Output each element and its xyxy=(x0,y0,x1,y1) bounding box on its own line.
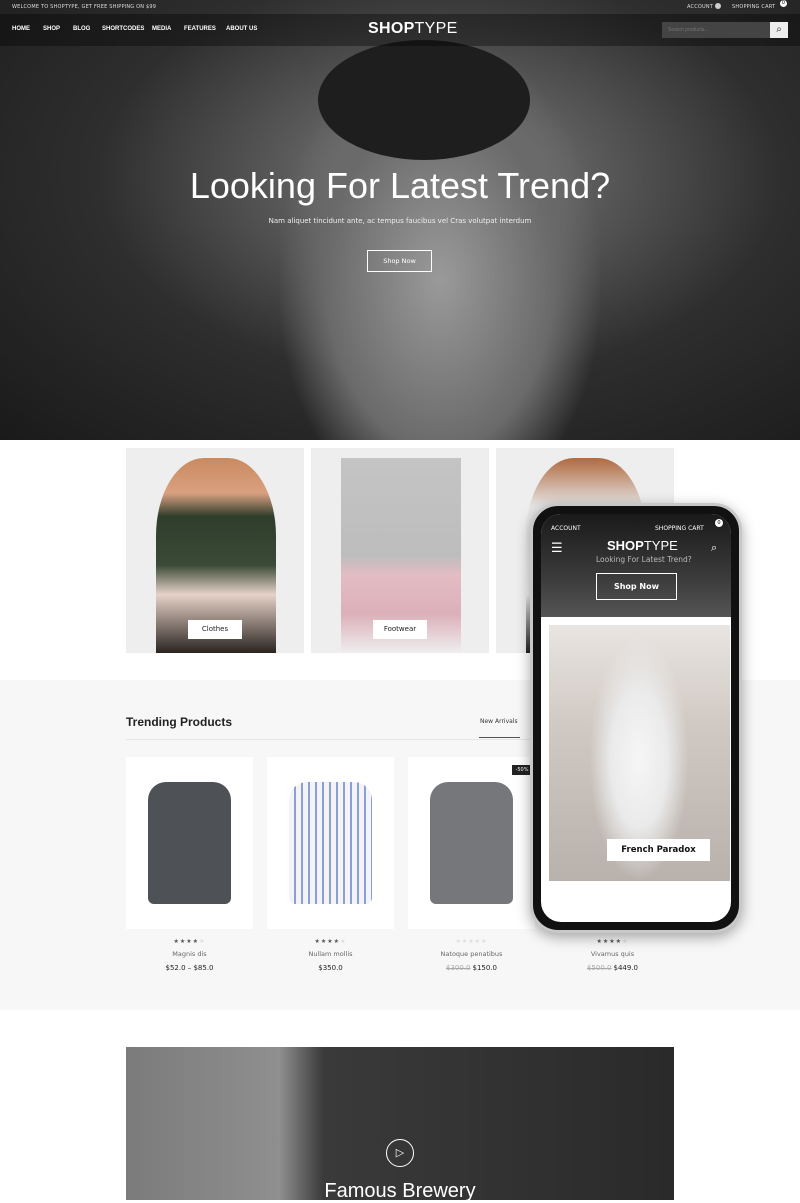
product-name[interactable]: Nullam mollis xyxy=(267,950,394,958)
product-info: ★★★★★ Magnis dis $52.0 – $85.0 xyxy=(126,938,253,972)
category-label: Clothes xyxy=(188,620,242,639)
product-image xyxy=(148,782,231,904)
product-price: $150.0 xyxy=(472,964,498,972)
product-price: $52.0 – $85.0 xyxy=(165,964,214,972)
phone-shop-now-button: Shop Now xyxy=(596,573,677,600)
old-price: $500.0 xyxy=(587,964,612,972)
phone-logo-light: TYPE xyxy=(643,538,678,553)
phone-product-card: French Paradox xyxy=(549,625,730,881)
phone-hero-title: Looking For Latest Trend? xyxy=(596,555,692,564)
product-info: ★★★★★ Nullam mollis $350.0 xyxy=(267,938,394,972)
welcome-text: WELCOME TO SHOPTYPE, GET FREE SHIPPING O… xyxy=(12,4,157,10)
category-label: Footwear xyxy=(373,620,427,639)
product-name[interactable]: Vivamus quis xyxy=(549,950,676,958)
search-bar: ⌕ xyxy=(662,22,788,38)
product-name[interactable]: Natoque penatibus xyxy=(408,950,535,958)
product-price-row: $500.0 $449.0 xyxy=(549,964,676,972)
product-card[interactable] xyxy=(267,757,394,929)
tab-underline xyxy=(479,737,520,738)
star-rating: ★★★★★ xyxy=(455,938,488,945)
nav-shop[interactable]: SHOP xyxy=(43,26,60,32)
product-price-row: $300.0 $150.0 xyxy=(408,964,535,972)
cart-link[interactable]: SHOPPING CART xyxy=(732,4,775,10)
product-price: $449.0 xyxy=(613,964,639,972)
product-name[interactable]: Magnis dis xyxy=(126,950,253,958)
nav-blog[interactable]: BLOG xyxy=(73,26,90,32)
phone-screen: ACCOUNT SHOPPING CART 0 ☰ SHOPTYPE ⌕ Loo… xyxy=(541,514,731,922)
phone-account: ACCOUNT xyxy=(551,525,581,532)
nav-shortcodes[interactable]: SHORTCODES xyxy=(102,26,144,32)
category-tile-clothes[interactable]: Clothes xyxy=(126,448,304,653)
search-icon[interactable]: ⌕ xyxy=(770,22,788,38)
product-info: ★★★★★ Vivamus quis $500.0 $449.0 xyxy=(549,938,676,972)
search-input[interactable] xyxy=(662,22,770,38)
play-icon[interactable]: ▷ xyxy=(386,1139,414,1167)
star-rating: ★★★★★ xyxy=(314,938,347,945)
logo-bold: SHOP xyxy=(368,20,415,37)
chevron-down-icon xyxy=(715,3,721,9)
phone-cart-count: 0 xyxy=(715,519,723,527)
phone-header: ACCOUNT SHOPPING CART 0 ☰ SHOPTYPE ⌕ Loo… xyxy=(541,514,731,617)
top-bar: WELCOME TO SHOPTYPE, GET FREE SHIPPING O… xyxy=(0,0,800,14)
product-card[interactable] xyxy=(408,757,535,929)
phone-card-label: French Paradox xyxy=(607,839,710,861)
nav-media[interactable]: MEDIA xyxy=(152,26,171,32)
account-link[interactable]: ACCOUNT xyxy=(687,4,713,10)
shop-now-button[interactable]: Shop Now xyxy=(367,250,432,272)
hero-image-hat xyxy=(318,40,530,160)
product-card[interactable] xyxy=(126,757,253,929)
hero-title: Looking For Latest Trend? xyxy=(189,165,611,206)
product-image xyxy=(289,782,372,904)
product-info: ★★★★★ Natoque penatibus $300.0 $150.0 xyxy=(408,938,535,972)
star-rating: ★★★★★ xyxy=(173,938,206,945)
nav-features[interactable]: FEATURES xyxy=(184,26,216,32)
star-rating: ★★★★★ xyxy=(596,938,629,945)
phone-logo-bold: SHOP xyxy=(607,538,644,553)
tab-new-arrivals[interactable]: New Arrivals xyxy=(480,718,518,725)
logo-light: TYPE xyxy=(414,20,458,37)
hero-subtitle: Nam aliquet tincidunt ante, ac tempus fa… xyxy=(268,217,532,225)
menu-icon: ☰ xyxy=(551,541,563,556)
old-price: $300.0 xyxy=(446,964,471,972)
section-title: Trending Products xyxy=(126,715,233,729)
discount-badge: -50% xyxy=(512,765,532,775)
nav-about-us[interactable]: ABOUT US xyxy=(226,26,257,32)
nav-home[interactable]: HOME xyxy=(12,26,30,32)
product-image xyxy=(430,782,513,904)
phone-cart: SHOPPING CART xyxy=(655,525,704,532)
category-tile-footwear[interactable]: Footwear xyxy=(311,448,489,653)
logo[interactable]: SHOPTYPE xyxy=(368,20,458,38)
phone-mockup: ACCOUNT SHOPPING CART 0 ☰ SHOPTYPE ⌕ Loo… xyxy=(530,503,742,933)
divider xyxy=(126,739,546,740)
video-banner xyxy=(126,1047,674,1200)
cart-count-badge: 0 xyxy=(780,0,787,7)
search-icon: ⌕ xyxy=(711,541,718,554)
product-price: $350.0 xyxy=(318,964,343,972)
